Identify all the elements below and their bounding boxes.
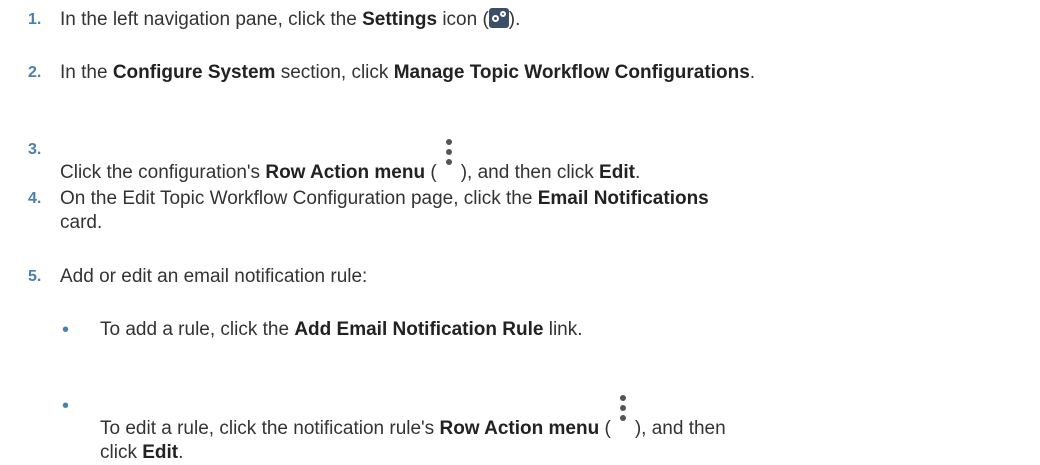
vertical-ellipsis-icon: [614, 394, 632, 430]
bullet: •: [62, 319, 70, 341]
step-number: 1.: [28, 11, 42, 28]
step-number: 3.: [28, 141, 42, 158]
step-text: In the left navigation pane, click the S…: [60, 8, 521, 30]
step-text: Click the configuration's Row Action men…: [60, 138, 1030, 185]
step-text: In the Configure System section, click M…: [60, 62, 756, 83]
substep-text: To add a rule, click the Add Email Notif…: [100, 319, 583, 340]
vertical-ellipsis-icon: [440, 138, 458, 174]
step-text: Add or edit an email notification rule:: [60, 266, 368, 287]
settings-gear-icon: [488, 8, 509, 28]
step-number: 4.: [28, 190, 42, 207]
bullet: •: [62, 395, 70, 417]
step-number: 5.: [28, 268, 42, 285]
step-text: On the Edit Topic Workflow Configuration…: [60, 188, 709, 233]
substep-text: To edit a rule, click the notification r…: [100, 394, 1030, 465]
step-number: 2.: [28, 64, 42, 81]
